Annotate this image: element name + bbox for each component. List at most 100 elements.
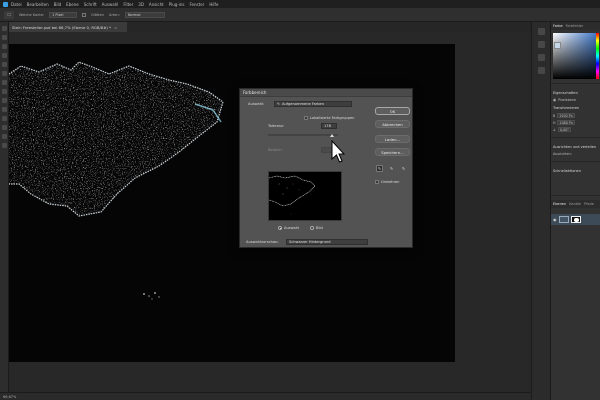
eraser-tool-icon[interactable] [1,98,7,103]
tab-channels[interactable]: Kanäle [569,202,581,206]
selection-preview-label: Auswahlvorschau: [246,240,279,244]
localized-color-clusters-label: Lokalisierte Farbgruppen [310,116,355,120]
ok-button[interactable]: OK [375,107,410,115]
menu-help[interactable]: Hilfe [209,2,218,7]
selection-preview-dropdown[interactable]: Schwarzer Hintergrund [286,239,368,245]
load-button[interactable]: Laden... [375,135,410,143]
panel-divider [551,83,600,84]
magic-wand-icon[interactable] [1,53,7,58]
width-field[interactable]: 1920 Px [557,113,575,118]
angle-icon: ∠ [553,127,556,132]
type-tool-icon[interactable] [1,125,7,130]
menu-filter[interactable]: Filter [123,2,133,7]
tab-layers[interactable]: Ebenen [553,202,566,206]
height-field[interactable]: 1080 Px [557,120,575,125]
eye-icon[interactable]: ◉ [553,217,557,222]
color-range-dialog: Farbbereich Auswahl: ✎ Aufgenommene Farb… [239,88,413,248]
antialias-label: Glätten [91,12,105,17]
menu-view[interactable]: Ansicht [149,2,164,7]
preview-image [269,175,316,215]
menu-type[interactable]: Schrift [84,2,97,7]
menu-plugins[interactable]: Plug-ins [169,2,185,7]
menu-file[interactable]: Datei [11,2,22,7]
adjustments-icon[interactable] [537,41,545,48]
properties-subtitle: Pixelebene [558,98,577,102]
move-tool-icon[interactable] [1,26,7,31]
fuzziness-input[interactable]: 178 [321,123,337,129]
right-panels: Farbe Farbfelder Eigenschaften ▣ Pixeleb… [550,22,600,400]
crop-tool-icon[interactable] [1,62,7,67]
style-label: Arten: [109,12,120,17]
transform-row-angle: ∠ 0,00° [551,126,600,133]
panel-divider [551,161,600,162]
menu-edit[interactable]: Bearbeiten [27,2,49,7]
menu-3d[interactable]: 3D [138,2,144,7]
save-button[interactable]: Speichern... [375,148,410,156]
hue-slider[interactable] [596,33,599,79]
quick-actions-title: Schnellaktionen [553,169,581,173]
feather-input[interactable]: 1 Pixel [49,11,78,18]
menu-layer[interactable]: Ebene [66,2,79,7]
history-icon[interactable] [537,28,545,35]
menu-select[interactable]: Auswahl [102,2,119,7]
marquee-tool-icon[interactable] [1,35,7,40]
selection-preview [268,171,342,221]
add-eyedropper-icon[interactable]: ✎ [388,165,395,172]
style-select[interactable]: Normal [124,11,165,18]
antialias-checkbox[interactable] [82,12,87,17]
panel-divider [551,137,600,138]
radio-selection[interactable] [278,226,282,230]
layer-row[interactable]: ◉ [551,214,600,225]
subtract-eyedropper-icon[interactable]: ✎ [400,165,407,172]
radio-selection-label: Auswahl [284,226,300,230]
layer-mask-thumbnail[interactable] [570,216,581,223]
select-dropdown-value: Aufgenommene Farben [282,102,325,106]
cancel-button[interactable]: Abbrechen [375,120,410,128]
radio-image[interactable] [310,226,314,230]
close-icon[interactable]: × [114,25,117,30]
localized-color-clusters-checkbox[interactable] [304,116,308,120]
photoshop-logo-icon[interactable] [3,1,8,7]
invert-checkbox[interactable] [375,180,379,184]
transform-title: Transformieren [553,106,580,110]
gradient-tool-icon[interactable] [1,107,7,112]
menu-image[interactable]: Bild [54,2,62,7]
properties-title: Eigenschaften [553,91,578,95]
select-label: Auswahl: [248,102,265,106]
angle-field[interactable]: 0,00° [557,127,571,132]
brush-settings-icon[interactable] [537,67,545,74]
select-dropdown[interactable]: ✎ Aufgenommene Farben [274,101,352,107]
layers-panel-tabs: Ebenen Kanäle Pfade [551,200,600,208]
panel-divider [551,195,600,196]
tab-paths[interactable]: Pfade [584,202,594,206]
menu-window[interactable]: Fenster [189,2,204,7]
libraries-icon[interactable] [537,54,545,61]
menu-bar: Datei Bearbeiten Bild Ebene Schrift Ausw… [0,0,600,8]
fuzziness-slider[interactable] [268,134,338,136]
brush-tool-icon[interactable] [1,80,7,85]
zoom-tool-icon[interactable] [1,143,7,148]
color-picker-field[interactable] [553,33,599,79]
tab-swatches[interactable]: Farbfelder [566,24,584,28]
status-bar: 66,67% [0,392,531,400]
width-label: B [553,113,556,118]
eyedropper-tool-icon[interactable] [1,71,7,76]
range-label: Bereich: [268,148,283,152]
mouse-cursor-icon [331,140,345,163]
options-bar: ▭ Weiche Kante: 1 Pixel Glätten Arten: N… [0,8,600,22]
tab-color[interactable]: Farbe [553,24,563,28]
tools-panel [0,22,9,392]
panel-icon-strip [531,22,550,400]
document-tab[interactable]: Stein Freesteller.psd bei 66,7% (Ebene 0… [9,22,127,32]
align-subtitle: Ausrichten: [553,152,572,156]
eyedropper-small-icon: ✎ [277,102,281,106]
fuzziness-slider-thumb[interactable] [330,134,334,137]
pen-tool-icon[interactable] [1,116,7,121]
hand-tool-icon[interactable] [1,134,7,139]
zoom-level[interactable]: 66,67% [3,395,16,399]
marquee-tool-icon[interactable]: ▭ [4,10,14,19]
stamp-tool-icon[interactable] [1,89,7,94]
foreground-color-swatch[interactable] [554,42,561,49]
lasso-tool-icon[interactable] [1,44,7,49]
eyedropper-icon[interactable]: ✎ [376,165,383,172]
